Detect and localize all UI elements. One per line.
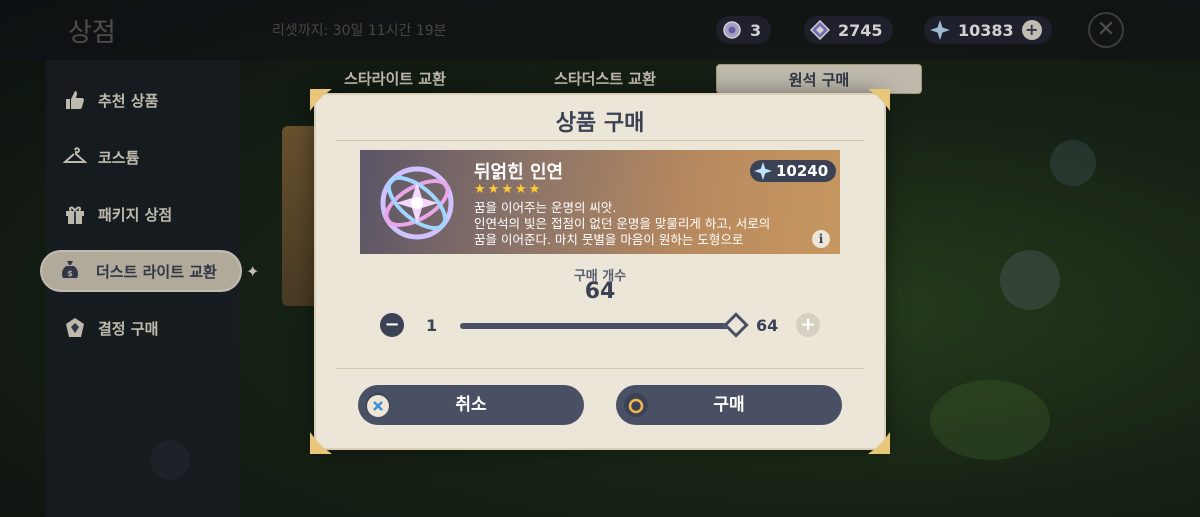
cancel-label: 취소 bbox=[455, 395, 487, 415]
star-icon: ★ bbox=[474, 182, 486, 197]
slider-max-value: 64 bbox=[756, 316, 779, 335]
dialog-title: 상품 구매 bbox=[555, 111, 645, 136]
star-icon: ★ bbox=[501, 182, 513, 197]
item-description: 꿈을 이어주는 운명의 씨앗. 인연석의 빛은 접점이 없던 운명을 맞물리게 … bbox=[474, 200, 814, 248]
description-line: 인연석의 빛은 접점이 없던 운명을 맞물리게 하고, 서로의 bbox=[474, 216, 771, 231]
description-line: 꿈을 이어준다. 마치 뭇별을 마음이 원하는 도형으로 bbox=[474, 232, 744, 247]
slider-handle[interactable] bbox=[723, 312, 749, 338]
item-info-button[interactable]: i bbox=[812, 230, 830, 248]
increase-quantity-button[interactable]: + bbox=[796, 313, 820, 337]
star-icon: ★ bbox=[528, 182, 541, 197]
divider bbox=[336, 368, 864, 369]
confirm-icon bbox=[624, 393, 648, 417]
price-value: 10240 bbox=[776, 162, 829, 180]
cancel-button[interactable]: 취소 bbox=[358, 385, 584, 425]
item-card: 뒤얽힌 인연 ★ ★ ★ ★ ★ 꿈을 이어주는 운명의 씨앗. 인연석의 빛은… bbox=[360, 150, 840, 254]
price-badge: 10240 bbox=[750, 160, 837, 182]
rarity-stars: ★ ★ ★ ★ ★ bbox=[474, 183, 540, 197]
description-line: 꿈을 이어주는 운명의 씨앗. bbox=[474, 200, 617, 215]
decrease-quantity-button[interactable]: − bbox=[380, 313, 404, 337]
slider-fill bbox=[460, 323, 736, 329]
corner-ornament-icon bbox=[868, 432, 890, 454]
cancel-icon bbox=[366, 393, 390, 417]
primogem-icon bbox=[754, 162, 772, 180]
divider bbox=[336, 140, 864, 141]
intertwined-fate-item-icon bbox=[374, 160, 460, 250]
quantity-value: 64 bbox=[584, 279, 616, 304]
star-icon: ★ bbox=[487, 182, 500, 197]
item-name: 뒤얽힌 인연 bbox=[474, 162, 564, 183]
buy-button[interactable]: 구매 bbox=[616, 385, 842, 425]
purchase-dialog: 상품 구매 뒤얽힌 인연 ★ ★ ★ ★ ★ 꿈을 이어주는 운명의 씨앗. 인… bbox=[310, 89, 890, 454]
corner-ornament-icon bbox=[310, 432, 332, 454]
buy-label: 구매 bbox=[713, 395, 745, 415]
star-icon: ★ bbox=[514, 182, 527, 197]
slider-min-value: 1 bbox=[426, 316, 438, 335]
quantity-slider[interactable] bbox=[460, 312, 749, 338]
